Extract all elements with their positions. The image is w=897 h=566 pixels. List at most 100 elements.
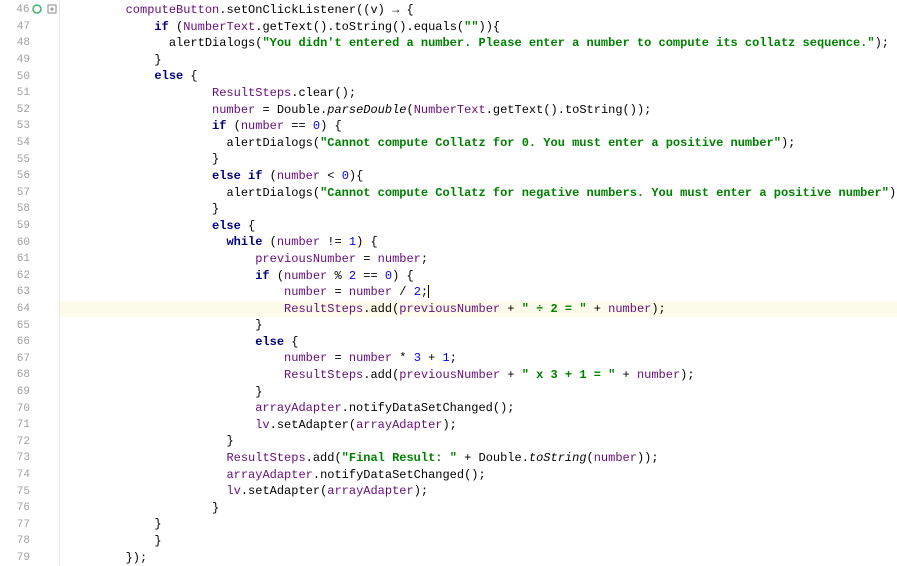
gutter-row-64[interactable]: 64	[0, 301, 59, 318]
line-number: 71	[2, 419, 30, 431]
gutter-row-70[interactable]: 70	[0, 400, 59, 417]
code-line-57[interactable]: alertDialogs("Cannot compute Collatz for…	[60, 185, 897, 202]
code-line-73[interactable]: ResultSteps.add("Final Result: " + Doubl…	[60, 450, 897, 467]
gutter-row-68[interactable]: 68	[0, 367, 59, 384]
line-number: 46	[2, 4, 29, 16]
code-line-50[interactable]: else {	[60, 68, 897, 85]
code-line-56[interactable]: else if (number < 0){	[60, 168, 897, 185]
code-line-70[interactable]: arrayAdapter.notifyDataSetChanged();	[60, 400, 897, 417]
gutter-row-69[interactable]: 69	[0, 384, 59, 401]
code-line-59[interactable]: else {	[60, 218, 897, 235]
gutter-row-75[interactable]: 75	[0, 483, 59, 500]
code-line-58[interactable]: }	[60, 201, 897, 218]
line-number: 73	[2, 452, 30, 464]
line-number: 51	[2, 87, 30, 99]
line-number: 55	[2, 154, 30, 166]
code-editor[interactable]: computeButton.setOnClickListener((v) → {…	[60, 0, 897, 566]
gutter-row-77[interactable]: 77	[0, 516, 59, 533]
line-number: 68	[2, 369, 30, 381]
gutter-row-66[interactable]: 66	[0, 334, 59, 351]
line-number: 57	[2, 187, 30, 199]
gutter-row-71[interactable]: 71	[0, 417, 59, 434]
code-line-51[interactable]: ResultSteps.clear();	[60, 85, 897, 102]
code-line-55[interactable]: }	[60, 151, 897, 168]
fold-icon[interactable]	[47, 4, 59, 16]
code-line-78[interactable]: }	[60, 533, 897, 550]
gutter-row-47[interactable]: 47	[0, 19, 59, 36]
line-number: 47	[2, 21, 30, 33]
breakpoint-icon[interactable]	[32, 4, 44, 16]
code-line-62[interactable]: if (number % 2 == 0) {	[60, 268, 897, 285]
gutter-row-62[interactable]: 62	[0, 268, 59, 285]
gutter-row-78[interactable]: 78	[0, 533, 59, 550]
gutter-row-63[interactable]: 63	[0, 284, 59, 301]
gutter-row-49[interactable]: 49	[0, 52, 59, 69]
code-line-67[interactable]: number = number * 3 + 1;	[60, 350, 897, 367]
code-line-66[interactable]: else {	[60, 334, 897, 351]
line-number: 76	[2, 502, 30, 514]
code-line-65[interactable]: }	[60, 317, 897, 334]
code-line-64[interactable]: ResultSteps.add(previousNumber + " ÷ 2 =…	[60, 301, 897, 318]
gutter-row-51[interactable]: 51	[0, 85, 59, 102]
line-number: 49	[2, 54, 30, 66]
gutter-row-60[interactable]: 60	[0, 234, 59, 251]
line-number: 50	[2, 71, 30, 83]
gutter-row-59[interactable]: 59	[0, 218, 59, 235]
line-number: 77	[2, 519, 30, 531]
gutter-row-55[interactable]: 55	[0, 151, 59, 168]
code-line-54[interactable]: alertDialogs("Cannot compute Collatz for…	[60, 135, 897, 152]
gutter-row-54[interactable]: 54	[0, 135, 59, 152]
code-line-76[interactable]: }	[60, 500, 897, 517]
code-line-46[interactable]: computeButton.setOnClickListener((v) → {	[60, 2, 897, 19]
gutter-row-56[interactable]: 56	[0, 168, 59, 185]
line-number: 72	[2, 436, 30, 448]
code-line-53[interactable]: if (number == 0) {	[60, 118, 897, 135]
code-line-52[interactable]: number = Double.parseDouble(NumberText.g…	[60, 102, 897, 119]
code-line-75[interactable]: lv.setAdapter(arrayAdapter);	[60, 483, 897, 500]
gutter-row-50[interactable]: 50	[0, 68, 59, 85]
gutter-row-74[interactable]: 74	[0, 467, 59, 484]
line-number: 79	[2, 552, 30, 564]
code-line-79[interactable]: });	[60, 550, 897, 566]
gutter-row-57[interactable]: 57	[0, 185, 59, 202]
gutter-row-46[interactable]: 46	[0, 2, 59, 19]
line-number: 67	[2, 353, 30, 365]
line-number: 48	[2, 37, 30, 49]
gutter-row-53[interactable]: 53	[0, 118, 59, 135]
gutter-row-61[interactable]: 61	[0, 251, 59, 268]
code-line-72[interactable]: }	[60, 433, 897, 450]
line-number: 58	[2, 203, 30, 215]
gutter-row-79[interactable]: 79	[0, 550, 59, 566]
code-line-61[interactable]: previousNumber = number;	[60, 251, 897, 268]
line-number: 56	[2, 170, 30, 182]
gutter-row-52[interactable]: 52	[0, 102, 59, 119]
gutter-row-58[interactable]: 58	[0, 201, 59, 218]
gutter-row-48[interactable]: 48	[0, 35, 59, 52]
gutter-row-65[interactable]: 65	[0, 317, 59, 334]
code-line-77[interactable]: }	[60, 516, 897, 533]
code-line-69[interactable]: }	[60, 384, 897, 401]
code-line-60[interactable]: while (number != 1) {	[60, 234, 897, 251]
code-line-68[interactable]: ResultSteps.add(previousNumber + " x 3 +…	[60, 367, 897, 384]
code-line-71[interactable]: lv.setAdapter(arrayAdapter);	[60, 417, 897, 434]
line-number: 70	[2, 403, 30, 415]
line-number: 60	[2, 237, 30, 249]
line-number: 52	[2, 104, 30, 116]
code-line-48[interactable]: alertDialogs("You didn't entered a numbe…	[60, 35, 897, 52]
gutter-row-76[interactable]: 76	[0, 500, 59, 517]
gutter: 46 47 48 49 50 51 52 53 54 55 56 57 58 59 60 61 62 6364 65…	[0, 0, 60, 566]
gutter-row-72[interactable]: 72	[0, 433, 59, 450]
code-line-63[interactable]: number = number / 2;	[60, 284, 897, 301]
line-number: 62	[2, 270, 30, 282]
line-number: 65	[2, 320, 30, 332]
line-number: 59	[2, 220, 30, 232]
line-number: 69	[2, 386, 30, 398]
code-line-47[interactable]: if (NumberText.getText().toString().equa…	[60, 19, 897, 36]
code-line-49[interactable]: }	[60, 52, 897, 69]
line-number: 53	[2, 120, 30, 132]
gutter-row-73[interactable]: 73	[0, 450, 59, 467]
line-number: 66	[2, 336, 30, 348]
line-number: 78	[2, 535, 30, 547]
gutter-row-67[interactable]: 67	[0, 350, 59, 367]
code-line-74[interactable]: arrayAdapter.notifyDataSetChanged();	[60, 467, 897, 484]
